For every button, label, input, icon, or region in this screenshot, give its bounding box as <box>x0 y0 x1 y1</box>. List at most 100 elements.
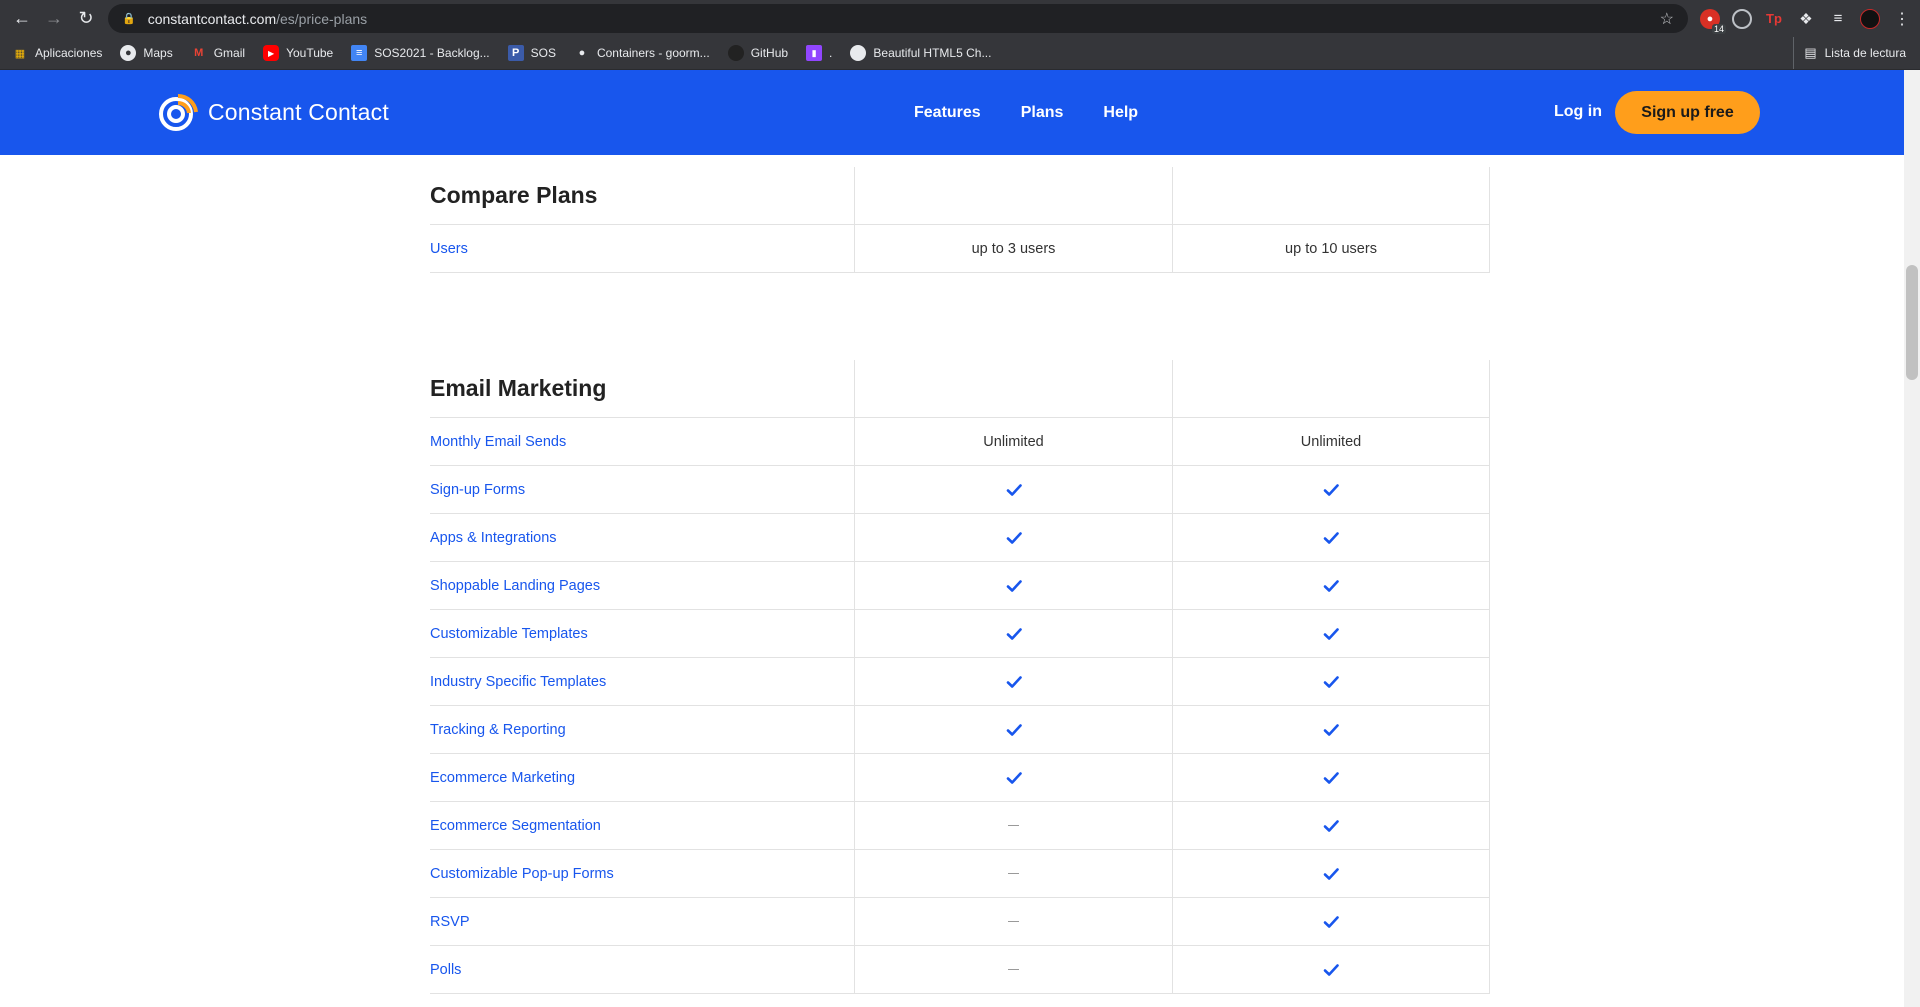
nav-features[interactable]: Features <box>914 104 981 122</box>
bookmark-star-icon[interactable]: ☆ <box>1660 9 1674 29</box>
plan-2-value <box>1172 754 1490 801</box>
plan-1-value <box>854 802 1172 849</box>
browser-menu-icon[interactable]: ⋮ <box>1892 9 1912 29</box>
feature-label[interactable]: Shoppable Landing Pages <box>430 562 854 609</box>
reload-icon[interactable]: ↻ <box>70 0 102 37</box>
plan-column-2-header <box>1172 167 1490 224</box>
table-row: Customizable Pop-up Forms <box>430 850 1490 898</box>
plan-1-value: Unlimited <box>854 418 1172 465</box>
signup-button[interactable]: Sign up free <box>1615 91 1760 134</box>
plan-1-value <box>854 706 1172 753</box>
brand-name: Constant Contact <box>208 98 389 125</box>
reading-list-icon: ▤ <box>1804 45 1817 60</box>
bookmark-gmail[interactable]: M Gmail <box>191 45 245 61</box>
brand-logo[interactable]: Constant Contact <box>158 92 389 132</box>
table-row: Shoppable Landing Pages <box>430 562 1490 610</box>
plan-1-value <box>854 850 1172 897</box>
table-row: Tracking & Reporting <box>430 706 1490 754</box>
site-header: Constant Contact Features Plans Help Log… <box>0 70 1904 155</box>
checkmark-icon <box>1006 771 1022 784</box>
feature-label[interactable]: Industry Specific Templates <box>430 658 854 705</box>
feature-label-users[interactable]: Users <box>430 225 854 272</box>
maps-icon: ● <box>120 45 137 61</box>
media-queue-icon[interactable]: ≡ <box>1828 9 1848 29</box>
lock-icon: 🔒 <box>122 13 136 25</box>
bookmark-html5-charts[interactable]: Beautiful HTML5 Ch... <box>850 45 991 61</box>
bookmark-apps[interactable]: ▦ Aplicaciones <box>12 45 103 61</box>
constant-contact-logo-icon <box>159 93 198 131</box>
nav-plans[interactable]: Plans <box>1021 104 1064 122</box>
checkmark-icon <box>1006 531 1022 544</box>
github-icon <box>727 45 744 61</box>
table-row: Users up to 3 users up to 10 users <box>430 225 1490 273</box>
plan-2-value <box>1172 850 1490 897</box>
url-host: constantcontact.com <box>147 10 277 27</box>
plan-1-value <box>854 610 1172 657</box>
plan-1-value <box>854 562 1172 609</box>
address-bar[interactable]: 🔒 constantcontact.com/es/price-plans ☆ <box>108 4 1688 33</box>
table-row: Ecommerce Segmentation <box>430 802 1490 850</box>
feature-label[interactable]: Monthly Email Sends <box>430 418 854 465</box>
plan-column-1-header <box>854 360 1172 417</box>
p-icon: P <box>507 45 524 61</box>
table-row: RSVP <box>430 898 1490 946</box>
bookmark-containers[interactable]: ● Containers - goorm... <box>574 45 710 61</box>
checkmark-icon <box>1006 675 1022 688</box>
bookmark-github[interactable]: GitHub <box>727 45 788 61</box>
checkmark-icon <box>1323 723 1339 736</box>
bookmark-sos2021[interactable]: ≡ SOS2021 - Backlog... <box>351 45 490 61</box>
login-link[interactable]: Log in <box>1554 103 1602 121</box>
not-included-dash-icon <box>1008 873 1019 874</box>
main-nav: Features Plans Help <box>914 70 1178 155</box>
person-icon: ● <box>578 47 586 59</box>
section-title: Compare Plans <box>430 182 598 208</box>
reading-list[interactable]: ▤ Lista de lectura <box>1793 37 1906 69</box>
feature-label[interactable]: Ecommerce Marketing <box>430 754 854 801</box>
browser-toolbar: ← → ↻ 🔒 constantcontact.com/es/price-pla… <box>0 0 1920 37</box>
not-included-dash-icon <box>1008 969 1019 970</box>
scrollbar-thumb[interactable] <box>1906 265 1918 380</box>
checkmark-icon <box>1323 867 1339 880</box>
extension-badge-icon[interactable]: ● 14 <box>1700 8 1726 34</box>
plan-2-value: up to 10 users <box>1172 225 1490 272</box>
plan-2-value <box>1172 610 1490 657</box>
extension-circle-icon[interactable] <box>1732 8 1752 29</box>
extensions-puzzle-icon[interactable]: ❖ <box>1796 9 1816 29</box>
feature-label[interactable]: Customizable Templates <box>430 610 854 657</box>
plan-2-value <box>1172 658 1490 705</box>
feature-label[interactable]: RSVP <box>430 898 854 945</box>
feature-label[interactable]: Customizable Pop-up Forms <box>430 850 854 897</box>
email-marketing-table: Email Marketing Monthly Email Sends Unlim… <box>430 360 1490 994</box>
feature-label[interactable]: Tracking & Reporting <box>430 706 854 753</box>
feature-label[interactable]: Apps & Integrations <box>430 514 854 561</box>
checkmark-icon <box>1006 483 1022 496</box>
feature-label[interactable]: Ecommerce Segmentation <box>430 802 854 849</box>
checkmark-icon <box>1006 723 1022 736</box>
plan-column-1-header <box>854 167 1172 224</box>
twitch-icon: ▮ <box>806 45 823 61</box>
checkmark-icon <box>1323 819 1339 832</box>
checkmark-icon <box>1323 483 1339 496</box>
feature-label[interactable]: Sign-up Forms <box>430 466 854 513</box>
youtube-icon: ▶ <box>263 45 280 61</box>
checkmark-icon <box>1323 531 1339 544</box>
compare-plans-table: Compare Plans Users up to 3 users up to … <box>430 167 1490 273</box>
page-scrollbar[interactable] <box>1904 70 1920 1007</box>
bookmark-twitch[interactable]: ▮. <box>806 45 832 61</box>
bookmark-maps[interactable]: ● Maps <box>120 45 173 61</box>
not-included-dash-icon <box>1008 921 1019 922</box>
plan-2-value <box>1172 466 1490 513</box>
plan-1-value: up to 3 users <box>854 225 1172 272</box>
profile-avatar[interactable] <box>1860 8 1880 29</box>
bookmark-sos[interactable]: P SOS <box>507 45 556 61</box>
back-icon[interactable]: ← <box>6 0 38 37</box>
forward-icon[interactable]: → <box>38 0 70 37</box>
table-row: Ecommerce Marketing <box>430 754 1490 802</box>
bookmarks-bar: ▦ Aplicaciones ● Maps M Gmail ▶ YouTube ≡ SOS… <box>0 37 1920 70</box>
extension-tp-icon[interactable]: Tp <box>1764 9 1784 29</box>
feature-label[interactable]: Polls <box>430 946 854 993</box>
nav-help[interactable]: Help <box>1103 104 1138 122</box>
not-included-dash-icon <box>1008 825 1019 826</box>
gmail-icon: M <box>194 47 204 59</box>
bookmark-youtube[interactable]: ▶ YouTube <box>263 45 333 61</box>
